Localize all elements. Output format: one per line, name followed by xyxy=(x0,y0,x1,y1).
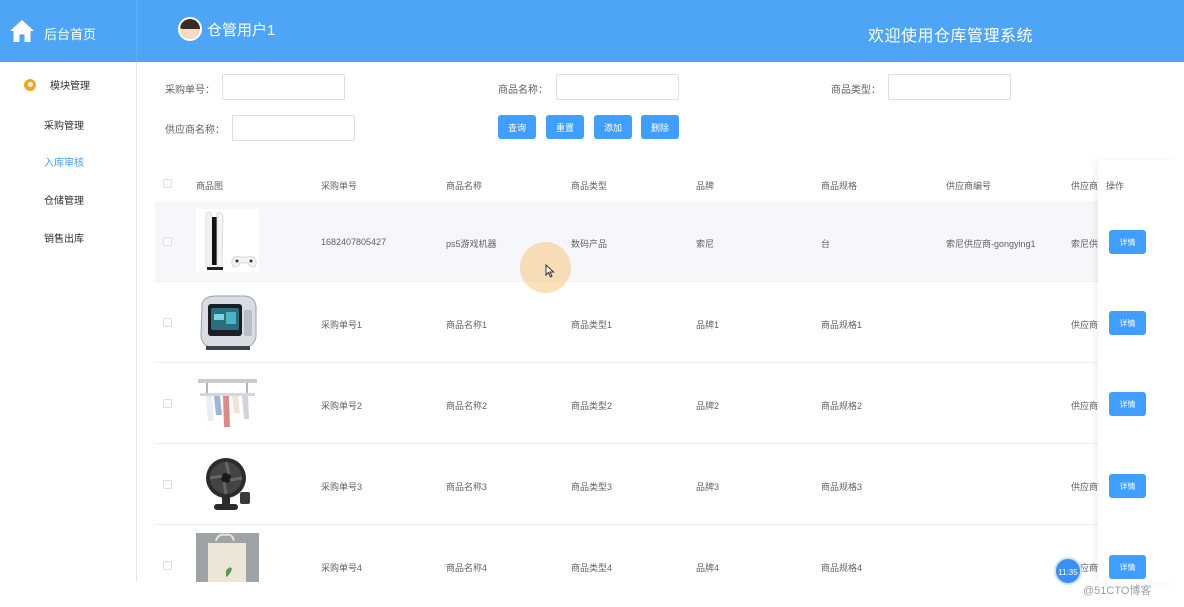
top-header: 后台首页 仓管用户1 欢迎使用仓库管理系统 xyxy=(0,0,1184,62)
product-name-cell: 商品名称1 xyxy=(446,320,488,330)
column-header: 品牌 xyxy=(696,181,715,191)
avatar xyxy=(178,17,202,41)
spec-cell: 商品规格1 xyxy=(821,320,863,330)
detail-button[interactable]: 详情 xyxy=(1109,392,1146,416)
product-type-label: 商品类型： xyxy=(831,85,881,96)
brand-cell: 品牌2 xyxy=(696,401,720,411)
reset-button[interactable]: 重置 xyxy=(546,115,584,139)
product-name-cell: ps5游戏机器 xyxy=(446,239,497,249)
brand-cell: 品牌3 xyxy=(696,482,720,492)
column-header: 供应商 xyxy=(1071,181,1097,191)
product-name-cell: 商品名称4 xyxy=(446,563,488,573)
brand-cell: 索尼 xyxy=(696,239,715,249)
home-link[interactable]: 后台首页 xyxy=(0,0,137,62)
supplier-cell: 供应商 xyxy=(1071,320,1099,330)
sidebar-item-storage[interactable]: 仓储管理 xyxy=(44,192,84,207)
column-header: 采购单号 xyxy=(321,181,358,191)
detail-button[interactable]: 详情 xyxy=(1109,230,1146,254)
supplier-name-label: 供应商名称： xyxy=(165,125,225,136)
purchase-no-cell: 采购单号1 xyxy=(321,320,363,330)
product-type-cell: 商品类型1 xyxy=(571,320,613,330)
row-checkbox[interactable] xyxy=(163,561,172,570)
product-name-cell: 商品名称3 xyxy=(446,482,488,492)
table-row[interactable]: 采购单号2 商品名称2 商品类型2 品牌2 商品规格2 供应商 xyxy=(155,363,1175,444)
sidebar-item-inbound-review[interactable]: 入库审核 xyxy=(44,154,84,169)
column-header: 商品规格 xyxy=(821,181,858,191)
spec-cell: 商品规格3 xyxy=(821,482,863,492)
row-checkbox[interactable] xyxy=(163,318,172,327)
table-row[interactable]: 1682407805427 ps5游戏机器 数码产品 索尼 台 索尼供应商-go… xyxy=(155,201,1175,282)
supplier-cell: 供应商 xyxy=(1071,401,1099,411)
watermark: @51CTO博客 xyxy=(1083,585,1152,597)
detail-button[interactable]: 详情 xyxy=(1109,311,1146,335)
sidebar: 模块管理 采购管理 入库审核 仓储管理 销售出库 xyxy=(0,62,137,582)
select-all-checkbox[interactable] xyxy=(163,179,172,188)
row-checkbox[interactable] xyxy=(163,480,172,489)
product-type-cell: 商品类型3 xyxy=(571,482,613,492)
table-header: 商品图 采购单号 商品名称 商品类型 品牌 商品规格 供应商编号 供应商 xyxy=(155,170,1175,198)
sidebar-group-module[interactable]: 模块管理 xyxy=(24,77,90,92)
column-header: 商品类型 xyxy=(571,181,608,191)
product-name-label: 商品名称： xyxy=(498,85,548,96)
product-image xyxy=(196,371,259,434)
add-button[interactable]: 添加 xyxy=(594,115,632,139)
delete-button[interactable]: 删除 xyxy=(641,115,679,139)
gear-icon xyxy=(24,78,36,91)
supplier-cell: 供应商 xyxy=(1071,482,1099,492)
product-image xyxy=(196,452,259,515)
brand-cell: 品牌4 xyxy=(696,563,720,573)
sidebar-item-sales-outbound[interactable]: 销售出库 xyxy=(44,230,84,245)
row-checkbox[interactable] xyxy=(163,237,172,246)
product-name-input[interactable] xyxy=(556,74,679,100)
purchase-no-input[interactable] xyxy=(222,74,345,100)
purchase-no-cell: 采购单号4 xyxy=(321,563,363,573)
product-image xyxy=(196,209,259,272)
sidebar-item-purchase[interactable]: 采购管理 xyxy=(44,117,84,132)
supplier-name-input[interactable] xyxy=(232,115,355,141)
mouse-pointer-icon xyxy=(545,264,555,278)
supplier-cell: 索尼供 xyxy=(1071,239,1099,249)
sidebar-group-label: 模块管理 xyxy=(50,81,90,92)
product-type-input[interactable] xyxy=(888,74,1011,100)
brand-cell: 品牌1 xyxy=(696,320,720,330)
detail-button[interactable]: 详情 xyxy=(1109,474,1146,498)
spec-cell: 商品规格2 xyxy=(821,401,863,411)
home-label[interactable]: 后台首页 xyxy=(44,24,96,43)
query-button[interactable]: 查询 xyxy=(498,115,536,139)
clock-badge: 11:35 xyxy=(1054,557,1082,585)
row-checkbox[interactable] xyxy=(163,399,172,408)
welcome-title: 欢迎使用仓库管理系统 xyxy=(868,28,1034,45)
purchase-no-label: 采购单号： xyxy=(165,85,215,96)
supplier-no-cell: 索尼供应商-gongying1 xyxy=(946,239,1036,249)
table-row[interactable]: 采购单号4 商品名称4 商品类型4 品牌4 商品规格4 供应商 xyxy=(155,525,1175,582)
column-header: 商品图 xyxy=(196,181,224,191)
product-name-cell: 商品名称2 xyxy=(446,401,488,411)
product-image xyxy=(196,533,259,582)
product-type-cell: 数码产品 xyxy=(571,239,608,249)
detail-button[interactable]: 详情 xyxy=(1109,555,1146,579)
column-header: 操作 xyxy=(1106,181,1125,191)
purchase-no-cell: 1682407805427 xyxy=(321,237,387,247)
product-type-cell: 商品类型4 xyxy=(571,563,613,573)
table-row[interactable]: 采购单号1 商品名称1 商品类型1 品牌1 商品规格1 供应商 xyxy=(155,282,1175,363)
purchase-no-cell: 采购单号2 xyxy=(321,401,363,411)
spec-cell: 台 xyxy=(821,239,831,249)
column-header: 商品名称 xyxy=(446,181,483,191)
operation-column: 操作 详情 详情 详情 详情 详情 xyxy=(1098,160,1175,582)
table-row[interactable]: 采购单号3 商品名称3 商品类型3 品牌3 商品规格3 供应商 xyxy=(155,444,1175,525)
spec-cell: 商品规格4 xyxy=(821,563,863,573)
product-type-cell: 商品类型2 xyxy=(571,401,613,411)
column-header: 供应商编号 xyxy=(946,181,992,191)
home-icon xyxy=(10,20,34,42)
user-info[interactable]: 仓管用户1 xyxy=(178,17,275,41)
username: 仓管用户1 xyxy=(207,21,276,39)
product-image xyxy=(196,290,259,353)
purchase-no-cell: 采购单号3 xyxy=(321,482,363,492)
